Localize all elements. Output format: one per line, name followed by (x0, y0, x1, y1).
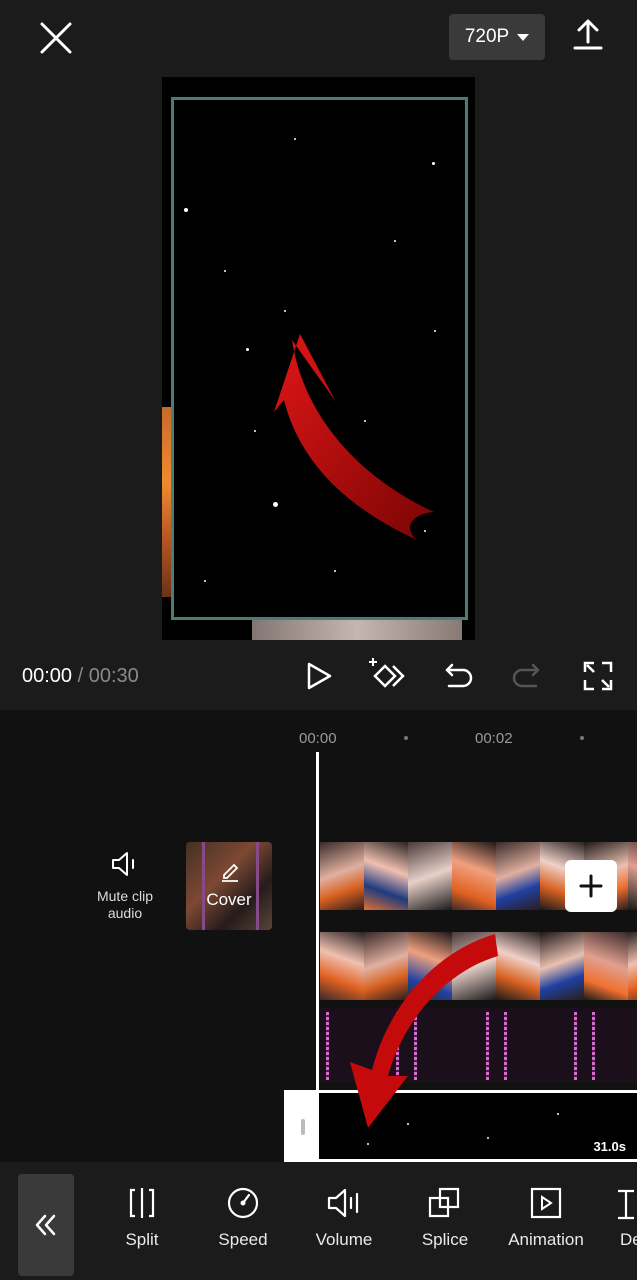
plus-icon (579, 874, 603, 898)
redo-icon (512, 663, 540, 688)
overlay-frame[interactable] (171, 97, 468, 620)
volume-icon (327, 1188, 359, 1218)
fullscreen-icon (583, 661, 613, 691)
splice-label: Splice (421, 1230, 469, 1249)
speed-icon (227, 1187, 259, 1219)
ruler-tick (580, 736, 584, 740)
delete-label: De (620, 1230, 637, 1249)
playhead[interactable] (316, 752, 319, 1102)
upload-icon (573, 19, 603, 50)
volume-label: Volume (315, 1230, 373, 1249)
splice-tool[interactable]: Splice (400, 1186, 490, 1250)
collapse-toolbar-button[interactable] (18, 1174, 74, 1276)
mute-clip-audio-button[interactable]: Mute clip audio (88, 850, 162, 922)
redo-button[interactable] (508, 656, 548, 696)
play-icon (307, 662, 332, 690)
mute-clip-audio-label: Mute clip audio (96, 888, 154, 921)
delete-icon (618, 1189, 634, 1220)
animation-label: Animation (508, 1230, 584, 1249)
keyframe-button[interactable] (366, 656, 406, 696)
speaker-icon (112, 852, 134, 876)
splice-icon (428, 1187, 460, 1218)
close-button[interactable] (36, 18, 76, 58)
current-time: 00:00 (22, 665, 73, 687)
double-chevron-left-icon (35, 1214, 56, 1236)
undo-button[interactable] (437, 656, 477, 696)
close-icon (40, 22, 72, 54)
speed-label: Speed (218, 1230, 268, 1249)
split-icon (129, 1188, 155, 1218)
caret-down-icon (517, 33, 530, 41)
cover-button[interactable]: Cover (186, 842, 272, 930)
video-preview[interactable] (162, 77, 475, 640)
total-time: 00:30 (88, 665, 139, 687)
edit-pencil-icon (222, 863, 239, 882)
overlay-duration: 31.0s (590, 1138, 629, 1155)
cover-label: Cover (206, 890, 252, 909)
add-clip-button[interactable] (565, 860, 617, 912)
speed-tool[interactable]: Speed (198, 1186, 288, 1250)
split-tool[interactable]: Split (97, 1186, 187, 1250)
split-label: Split (125, 1230, 159, 1249)
time-separator: / (72, 665, 89, 687)
volume-tool[interactable]: Volume (299, 1186, 389, 1250)
ruler-tick (404, 736, 408, 740)
ruler-label-1: 00:02 (475, 730, 513, 747)
red-arrow-graphic (274, 334, 434, 540)
overlay-trim-handle[interactable] (287, 1093, 319, 1159)
export-button[interactable] (568, 16, 608, 56)
bottom-toolbar: Split Speed Volume Splice Animation D (0, 1162, 637, 1280)
time-display: 00:00 / 00:30 (22, 665, 139, 688)
resolution-label: 720P (464, 26, 510, 47)
ruler-label-0: 00:00 (299, 730, 337, 747)
animation-icon (530, 1187, 562, 1219)
animation-tool[interactable]: Animation (501, 1186, 591, 1250)
keyframe-icon (369, 658, 405, 688)
timeline-panel[interactable]: 00:00 00:02 Mute clip audio Cover 31.0s (0, 710, 637, 1162)
undo-icon (445, 663, 473, 688)
red-arrow-graphic-timeline (350, 934, 498, 1128)
resolution-dropdown[interactable]: 720P (449, 14, 545, 60)
play-button[interactable] (299, 656, 339, 696)
delete-tool[interactable]: De (602, 1186, 637, 1250)
fullscreen-button[interactable] (578, 656, 618, 696)
